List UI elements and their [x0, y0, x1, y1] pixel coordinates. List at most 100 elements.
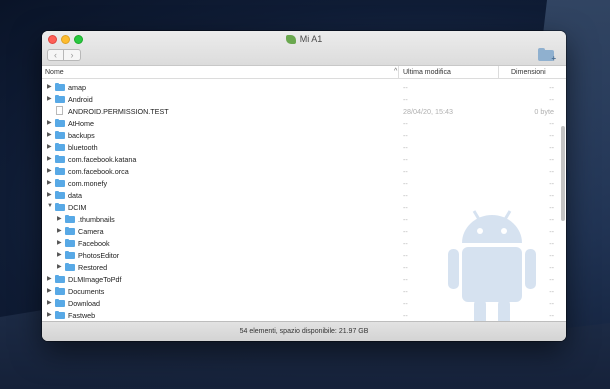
column-name-header[interactable]: Nome: [45, 69, 64, 76]
disclosure-collapsed-icon[interactable]: ▶: [47, 179, 53, 186]
disclosure-collapsed-icon[interactable]: ▶: [57, 239, 63, 246]
file-name: ANDROID.PERMISSION.TEST: [68, 107, 169, 116]
file-list-row[interactable]: ▶ bluetooth -- --: [42, 141, 560, 153]
folder-icon: [55, 299, 65, 307]
title-bar[interactable]: Mi A1 ‹ › +: [42, 31, 566, 66]
disclosure-collapsed-icon[interactable]: ▶: [47, 299, 53, 306]
file-list-row[interactable]: ▼ DCIM -- --: [42, 201, 560, 213]
window-title-text: Mi A1: [299, 34, 323, 44]
file-list-row[interactable]: ▶ .thumbnails -- --: [42, 213, 560, 225]
file-modified: --: [403, 239, 408, 248]
file-size: --: [549, 275, 554, 284]
file-name: Restored: [78, 263, 108, 272]
file-name: Camera: [78, 227, 104, 236]
navigation-buttons: ‹ ›: [47, 49, 81, 61]
file-modified: --: [403, 119, 408, 128]
file-name: com.facebook.katana: [68, 155, 137, 164]
file-list-row[interactable]: ▶ com.facebook.katana -- --: [42, 153, 560, 165]
file-modified: --: [403, 215, 408, 224]
disclosure-collapsed-icon[interactable]: ▶: [47, 95, 53, 102]
file-size: --: [549, 311, 554, 320]
file-modified: --: [403, 143, 408, 152]
disclosure-collapsed-icon[interactable]: ▶: [47, 83, 53, 90]
folder-icon: [55, 203, 65, 211]
disclosure-collapsed-icon[interactable]: ▶: [47, 191, 53, 198]
file-list-row[interactable]: ▶ Camera -- --: [42, 225, 560, 237]
vertical-scrollbar[interactable]: [561, 126, 565, 221]
file-list: ▶ amap -- -- ▶ Android -- -- ANDROID.PERMISSION.…: [42, 81, 560, 321]
disclosure-collapsed-icon[interactable]: ▶: [47, 143, 53, 150]
file-list-row[interactable]: ▶ com.monefy -- --: [42, 177, 560, 189]
window-title: Mi A1: [42, 34, 566, 44]
file-size: --: [549, 263, 554, 272]
file-list-row[interactable]: ▶ Android -- --: [42, 93, 560, 105]
status-text: 54 elementi, spazio disponibile: 21.97 G…: [239, 328, 369, 335]
file-modified: --: [403, 179, 408, 188]
new-folder-button[interactable]: +: [538, 47, 556, 63]
folder-icon: [55, 275, 65, 283]
file-name: DLMImageToPdf: [68, 275, 122, 284]
file-size: --: [549, 143, 554, 152]
folder-icon: [65, 227, 75, 235]
file-list-row[interactable]: ▶ Facebook -- --: [42, 237, 560, 249]
disclosure-collapsed-icon[interactable]: ▶: [47, 119, 53, 126]
file-size: --: [549, 239, 554, 248]
file-name: Facebook: [78, 239, 110, 248]
file-name: .thumbnails: [78, 215, 115, 224]
file-name: bluetooth: [68, 143, 98, 152]
file-list-row[interactable]: ▶ amap -- --: [42, 81, 560, 93]
file-size: --: [549, 83, 554, 92]
file-name: com.facebook.orca: [68, 167, 129, 176]
file-list-row[interactable]: ▶ Documents -- --: [42, 285, 560, 297]
folder-icon: [55, 143, 65, 151]
plus-icon: +: [551, 54, 556, 63]
file-list-row[interactable]: ▶ Fastweb -- --: [42, 309, 560, 321]
file-size: --: [549, 167, 554, 176]
folder-icon: [55, 287, 65, 295]
disclosure-collapsed-icon[interactable]: ▶: [47, 311, 53, 318]
file-size: --: [549, 95, 554, 104]
disclosure-collapsed-icon[interactable]: ▶: [47, 131, 53, 138]
disclosure-collapsed-icon[interactable]: ▶: [47, 167, 53, 174]
file-list-row[interactable]: ▶ backups -- --: [42, 129, 560, 141]
column-size-header[interactable]: Dimensioni: [498, 66, 566, 78]
file-modified: --: [403, 275, 408, 284]
disclosure-collapsed-icon[interactable]: ▶: [47, 275, 53, 282]
file-size: --: [549, 203, 554, 212]
file-modified: --: [403, 83, 408, 92]
forward-button[interactable]: ›: [64, 49, 81, 61]
back-button[interactable]: ‹: [47, 49, 64, 61]
file-list-row[interactable]: ▶ DLMImageToPdf -- --: [42, 273, 560, 285]
status-bar: 54 elementi, spazio disponibile: 21.97 G…: [42, 321, 566, 341]
file-size: --: [549, 179, 554, 188]
file-list-row[interactable]: ANDROID.PERMISSION.TEST 28/04/20, 15:43 0 …: [42, 105, 560, 117]
file-modified: --: [403, 95, 408, 104]
file-modified: --: [403, 227, 408, 236]
file-size: --: [549, 131, 554, 140]
disclosure-collapsed-icon[interactable]: ▶: [57, 251, 63, 258]
file-modified: --: [403, 299, 408, 308]
file-list-row[interactable]: ▶ Restored -- --: [42, 261, 560, 273]
column-modified-header[interactable]: Ultima modifica: [398, 66, 498, 78]
folder-icon: [55, 83, 65, 91]
disclosure-collapsed-icon[interactable]: ▶: [57, 227, 63, 234]
disclosure-collapsed-icon[interactable]: ▶: [57, 263, 63, 270]
file-list-row[interactable]: ▶ Download -- --: [42, 297, 560, 309]
file-list-row[interactable]: ▶ data -- --: [42, 189, 560, 201]
file-list-row[interactable]: ▶ com.facebook.orca -- --: [42, 165, 560, 177]
file-size: --: [549, 215, 554, 224]
disclosure-collapsed-icon[interactable]: ▶: [57, 215, 63, 222]
file-size: --: [549, 191, 554, 200]
file-list-row[interactable]: ▶ AtHome -- --: [42, 117, 560, 129]
folder-icon: [55, 155, 65, 163]
file-size: --: [549, 251, 554, 260]
column-header: Nome ^ Ultima modifica Dimensioni: [42, 66, 566, 79]
file-list-row[interactable]: ▶ PhotosEditor -- --: [42, 249, 560, 261]
file-modified: --: [403, 155, 408, 164]
disclosure-collapsed-icon[interactable]: ▶: [47, 155, 53, 162]
disclosure-expanded-icon[interactable]: ▼: [47, 203, 53, 209]
disclosure-collapsed-icon[interactable]: ▶: [47, 287, 53, 294]
folder-icon: [55, 119, 65, 127]
file-modified: 28/04/20, 15:43: [403, 107, 453, 116]
folder-icon: [55, 167, 65, 175]
